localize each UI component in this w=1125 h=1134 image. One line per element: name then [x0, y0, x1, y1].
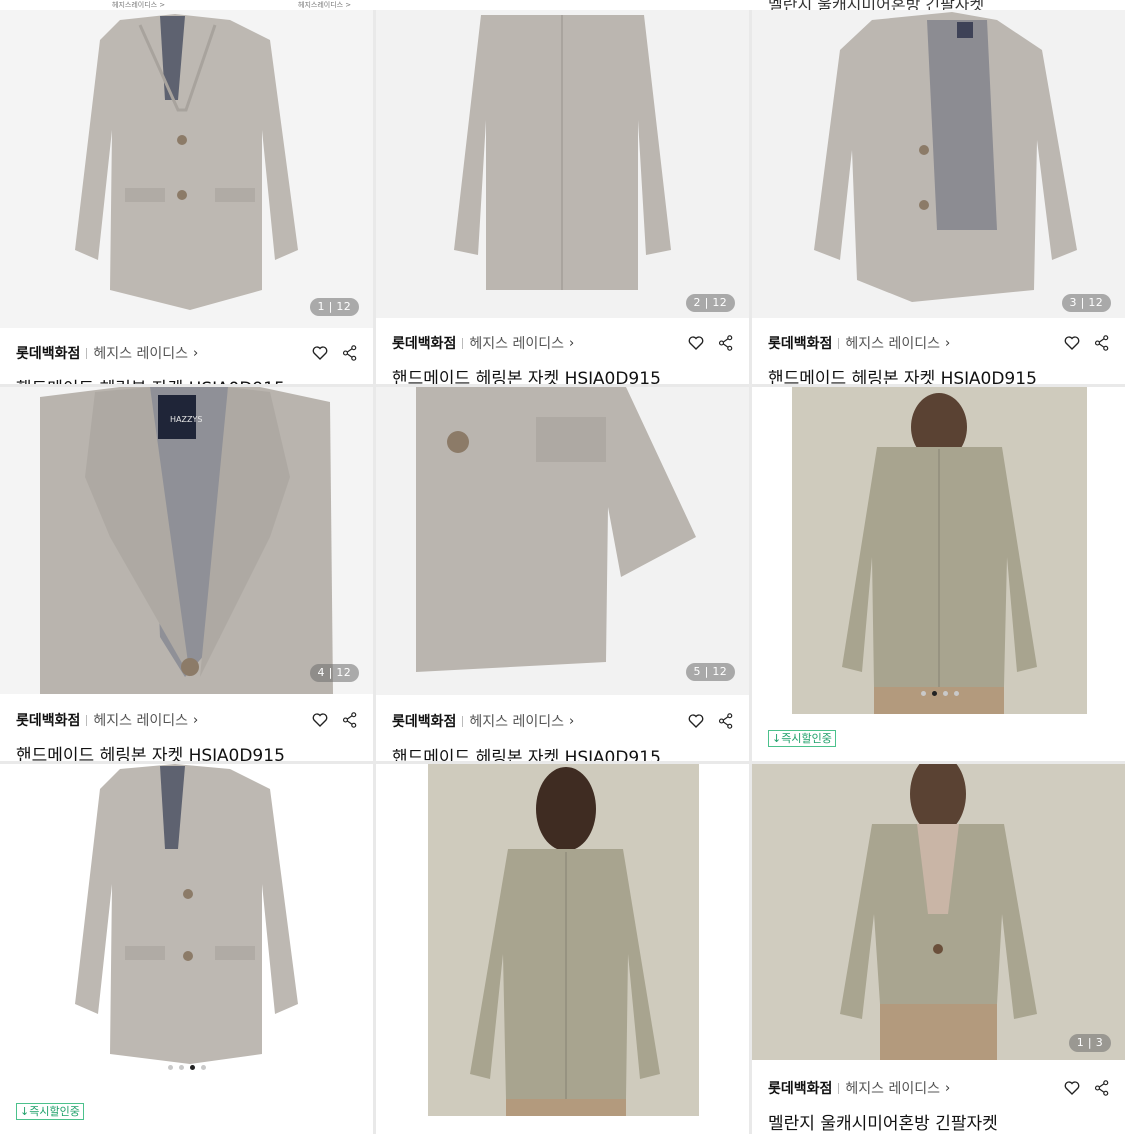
model-back-image: [842, 393, 1037, 714]
product-card[interactable]: HAZZYS 4 | 12 롯데백화점 헤지스 레이디스 › 핸드메이드 헤링본…: [0, 387, 373, 761]
product-title[interactable]: 핸드메이드 헤링본 자켓 HSJA0D915: [16, 374, 363, 384]
store-row: 롯데백화점 헤지스 레이디스 ›: [768, 1078, 1111, 1098]
coat-collar-closeup-image: [40, 387, 333, 694]
product-title[interactable]: 핸드메이드 헤링본 자켓 HSJA0D915: [16, 741, 363, 761]
product-image[interactable]: 1 | 3: [752, 764, 1125, 1060]
brand-link[interactable]: 헤지스 레이디스: [469, 333, 564, 353]
chevron-right-icon: ›: [569, 713, 575, 729]
product-image[interactable]: 1 | 12: [0, 10, 373, 328]
brand-link[interactable]: 헤지스 레이디스: [93, 343, 188, 363]
product-card[interactable]: 5 | 12 롯데백화점 헤지스 레이디스 › 핸드메이드 헤링본 자켓 HSJ…: [376, 387, 749, 761]
divider: [838, 337, 840, 349]
image-counter: 3 | 12: [1061, 294, 1111, 312]
divider: [86, 714, 88, 726]
product-title[interactable]: 멜란지 울캐시미어혼방 긴팔자켓: [768, 1109, 1115, 1134]
brand-link[interactable]: 헤지스 레이디스: [93, 710, 188, 730]
store-name[interactable]: 롯데백화점: [768, 333, 832, 353]
carousel-dot[interactable]: [931, 691, 937, 696]
product-card[interactable]: 1 | 3 롯데백화점 헤지스 레이디스 › 멜란지 울캐시미어혼방 긴팔자켓: [752, 764, 1125, 1134]
coat-front-image: [75, 14, 298, 310]
carousel-dot[interactable]: [920, 691, 926, 696]
chevron-right-icon: ›: [569, 335, 575, 351]
product-title[interactable]: 핸드메이드 헤링본 자켓 HSJA0D915: [768, 364, 1115, 384]
brand-link[interactable]: 헤지스 레이디스: [845, 1078, 940, 1098]
carousel-dot[interactable]: [942, 691, 948, 696]
model-front-image: [840, 764, 1037, 1060]
product-image[interactable]: HAZZYS 4 | 12: [0, 387, 373, 694]
carousel-dots[interactable]: [920, 691, 959, 696]
heart-icon[interactable]: [687, 712, 705, 730]
product-image[interactable]: [428, 764, 699, 1116]
image-counter: 5 | 12: [685, 663, 735, 681]
product-card[interactable]: ↓즉시할인중: [752, 387, 1125, 761]
product-image[interactable]: 5 | 12: [376, 387, 749, 695]
coat-back-image: [454, 15, 671, 290]
store-name[interactable]: 롯데백화점: [392, 711, 456, 731]
store-name[interactable]: 롯데백화점: [16, 710, 80, 730]
product-image[interactable]: 2 | 12: [376, 10, 749, 318]
brand-link[interactable]: 헤지스 레이디스: [469, 711, 564, 731]
store-name[interactable]: 롯데백화점: [392, 333, 456, 353]
product-card[interactable]: 3 | 12 롯데백화점 헤지스 레이디스 › 핸드메이드 헤링본 자켓 HSJ…: [752, 10, 1125, 384]
store-row: 롯데백화점 헤지스 레이디스 ›: [768, 333, 1111, 353]
model-back-image: [470, 767, 660, 1116]
store-row: 롯데백화점 헤지스 레이디스 ›: [392, 711, 735, 731]
store-name[interactable]: 롯데백화점: [768, 1078, 832, 1098]
heart-icon[interactable]: [311, 344, 329, 362]
chevron-right-icon: ›: [193, 345, 199, 361]
image-counter: 1 | 3: [1068, 1034, 1111, 1052]
store-row: 롯데백화점 헤지스 레이디스 ›: [16, 343, 359, 363]
image-counter: 2 | 12: [685, 294, 735, 312]
divider: [462, 337, 464, 349]
product-image[interactable]: 3 | 12: [752, 10, 1125, 318]
share-icon[interactable]: [717, 334, 735, 352]
image-counter: 4 | 12: [309, 664, 359, 682]
product-title[interactable]: 핸드메이드 헤링본 자켓 HSJA0D915: [392, 743, 739, 761]
product-card[interactable]: 2 | 12 롯데백화점 헤지스 레이디스 › 핸드메이드 헤링본 자켓 HSJ…: [376, 10, 749, 384]
store-row: 롯데백화점 헤지스 레이디스 ›: [16, 710, 359, 730]
product-card[interactable]: [376, 764, 749, 1134]
share-icon[interactable]: [341, 344, 359, 362]
carousel-dot[interactable]: [953, 691, 959, 696]
chevron-right-icon: ›: [193, 712, 199, 728]
top-strip: 헤지스레이디스 > 헤지스레이디스 > 멜란지 울캐시미어혼방 긴팔자켓: [0, 0, 1125, 14]
carousel-dot[interactable]: [178, 1065, 184, 1070]
carousel-dot[interactable]: [167, 1065, 173, 1070]
image-counter: 1 | 12: [309, 298, 359, 316]
divider: [838, 1082, 840, 1094]
carousel-dots[interactable]: [167, 1065, 206, 1070]
carousel-dot[interactable]: [200, 1065, 206, 1070]
coat-open-image: [814, 12, 1077, 302]
heart-icon[interactable]: [311, 711, 329, 729]
heart-icon[interactable]: [1063, 1079, 1081, 1097]
brand-link[interactable]: 헤지스 레이디스: [845, 333, 940, 353]
share-icon[interactable]: [717, 712, 735, 730]
coat-front-image: [75, 764, 298, 1064]
store-row: 롯데백화점 헤지스 레이디스 ›: [392, 333, 735, 353]
divider: [86, 347, 88, 359]
product-card[interactable]: ↓즉시할인중: [0, 764, 373, 1134]
instant-discount-badge: ↓즉시할인중: [768, 730, 836, 747]
product-title[interactable]: 핸드메이드 헤링본 자켓 HSJA0D915: [392, 364, 739, 384]
chevron-right-icon: ›: [945, 335, 951, 351]
store-name[interactable]: 롯데백화점: [16, 343, 80, 363]
share-icon[interactable]: [1093, 1079, 1111, 1097]
product-card[interactable]: 1 | 12 롯데백화점 헤지스 레이디스 › 핸드메이드 헤링본 자켓 HSJ…: [0, 10, 373, 384]
heart-icon[interactable]: [1063, 334, 1081, 352]
coat-pocket-closeup-image: [416, 387, 696, 672]
product-image[interactable]: [792, 387, 1087, 714]
brand-link-cut[interactable]: 헤지스레이디스 >: [298, 0, 351, 10]
share-icon[interactable]: [1093, 334, 1111, 352]
heart-icon[interactable]: [687, 334, 705, 352]
divider: [462, 715, 464, 727]
label-logo: HAZZYS: [170, 415, 203, 424]
carousel-dot[interactable]: [189, 1065, 195, 1070]
brand-link-cut[interactable]: 헤지스레이디스 >: [112, 0, 165, 10]
chevron-right-icon: ›: [945, 1080, 951, 1096]
instant-discount-badge: ↓즉시할인중: [16, 1103, 84, 1120]
share-icon[interactable]: [341, 711, 359, 729]
product-image[interactable]: [0, 764, 373, 1064]
